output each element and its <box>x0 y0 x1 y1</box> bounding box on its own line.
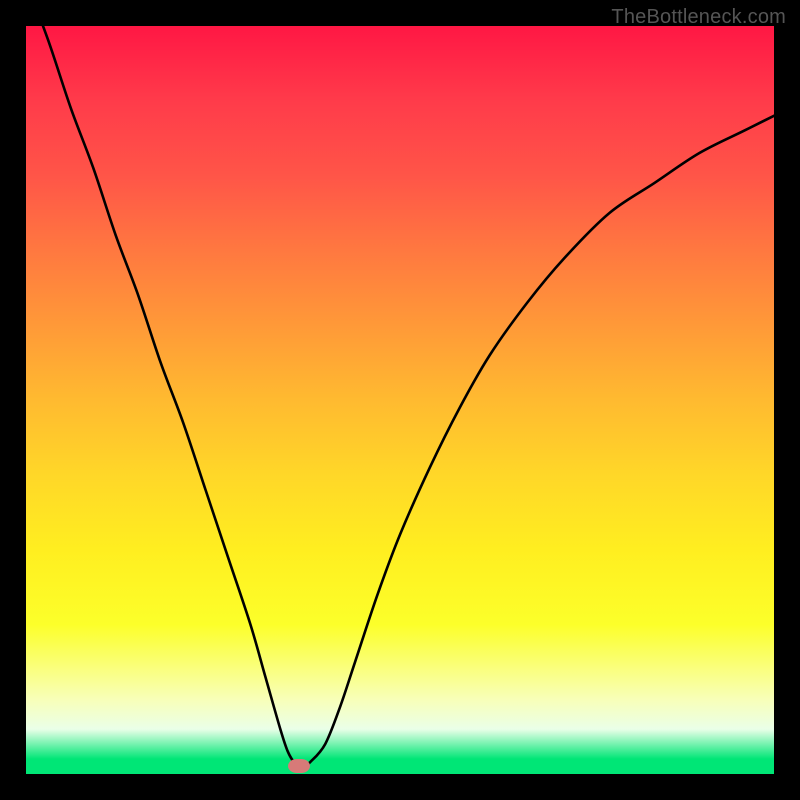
chart-area <box>26 26 774 774</box>
minimum-marker <box>288 759 310 773</box>
curve-path <box>26 26 774 767</box>
curve-svg <box>26 26 774 774</box>
watermark-text: TheBottleneck.com <box>611 6 786 29</box>
